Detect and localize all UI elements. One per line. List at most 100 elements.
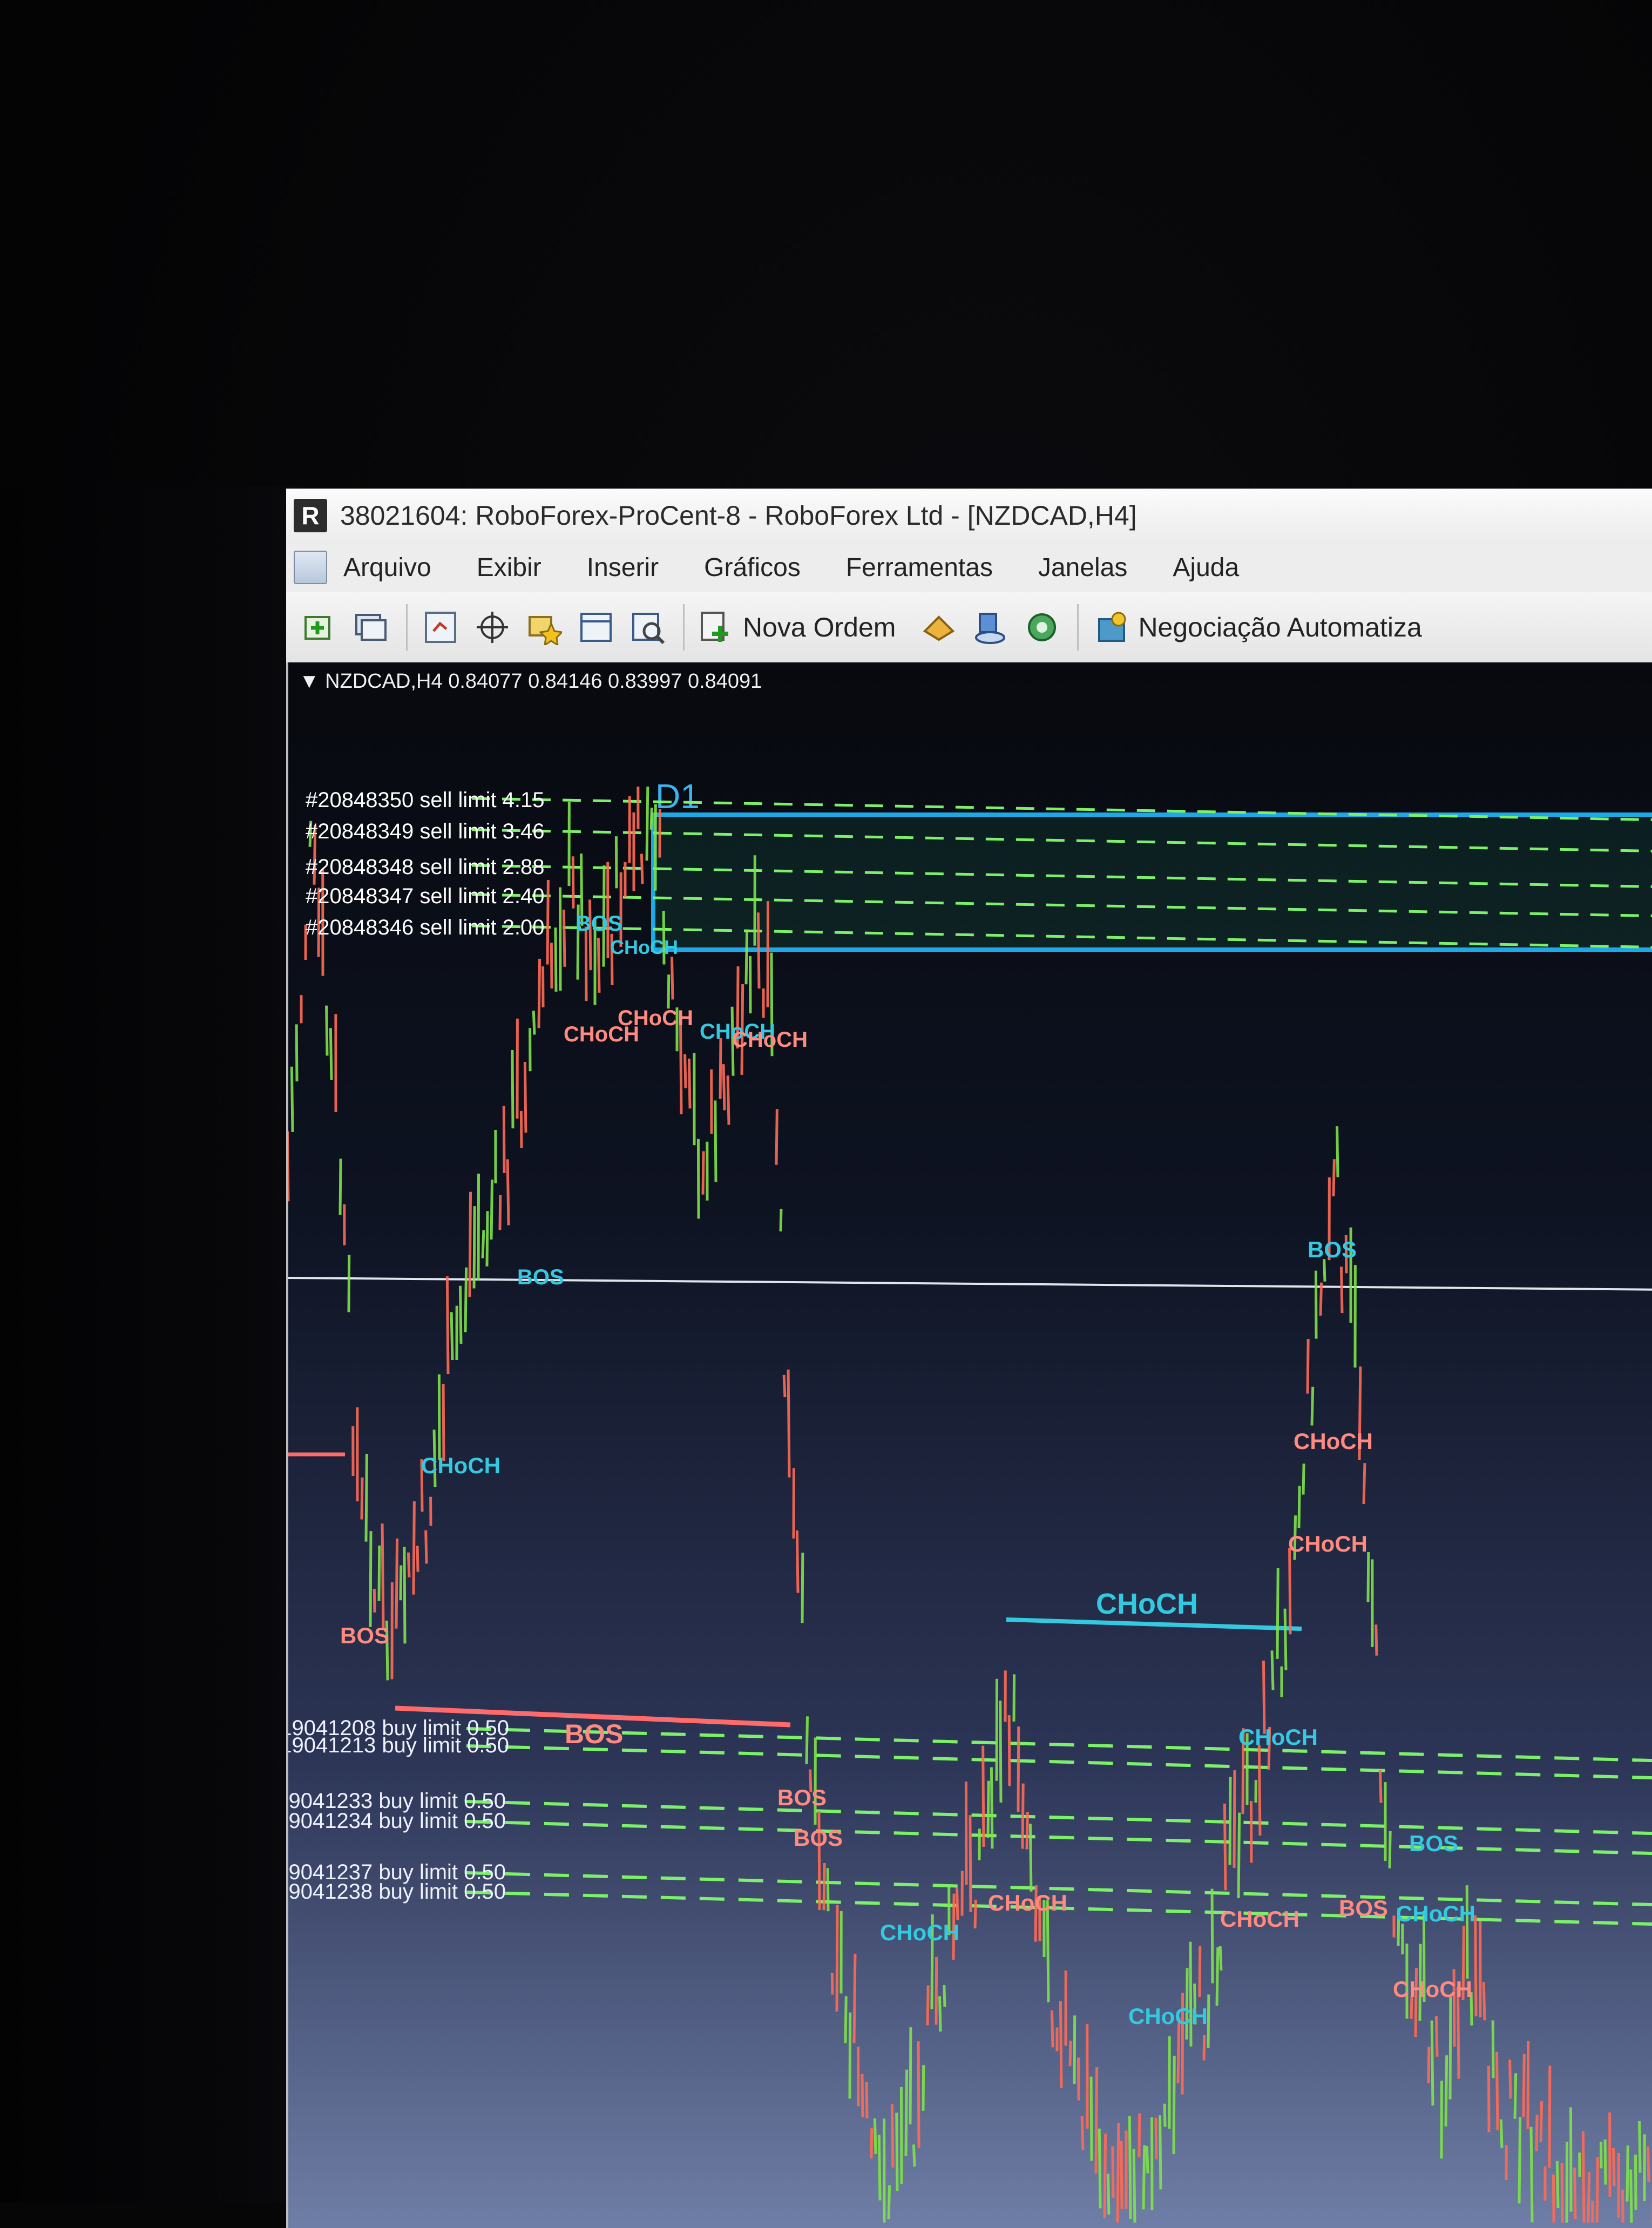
structure-label: BOS <box>777 1785 827 1810</box>
menu-exibir[interactable]: Exibir <box>477 553 541 583</box>
signals-icon[interactable] <box>971 608 1009 646</box>
candle <box>668 974 669 1008</box>
candle <box>1553 2175 1554 2223</box>
candle <box>1541 2101 1542 2142</box>
candle <box>1536 2115 1537 2151</box>
buy-order-labels: #19041208 buy limit 0.50 #19041213 buy l… <box>288 1716 509 1904</box>
auto-trading-icon[interactable] <box>1093 608 1130 646</box>
toolbar-separator <box>406 604 408 651</box>
candle <box>1380 1770 1381 1803</box>
menu-ferramentas[interactable]: Ferramentas <box>846 553 993 583</box>
chart-canvas[interactable]: D1 BOS CHoCH CHoCH CHoCH CHoCH CHoCH BOS… <box>288 662 1652 2228</box>
d1-zone-box[interactable] <box>653 815 1652 950</box>
metaeditor-icon[interactable] <box>919 608 957 646</box>
structure-label: CHoCH <box>618 1006 693 1030</box>
candle <box>918 2041 919 2148</box>
buy-order-label[interactable]: #19041234 buy limit 0.50 <box>288 1809 506 1833</box>
sell-order-label[interactable]: #20848350 sell limit 4.15 <box>306 788 545 812</box>
buy-order-label[interactable]: #19041238 buy limit 0.50 <box>288 1880 506 1904</box>
candle <box>845 1996 846 2043</box>
candle <box>784 1375 785 1397</box>
structure-label: CHoCH <box>880 1920 959 1945</box>
structure-label: CHoCH <box>421 1453 500 1478</box>
structure-label: BOS <box>1308 1237 1357 1262</box>
candle <box>1583 2131 1584 2223</box>
menu-janelas[interactable]: Janelas <box>1038 553 1127 583</box>
candle <box>913 2144 915 2166</box>
new-order-button[interactable]: Nova Ordem <box>743 612 896 643</box>
candle <box>465 1268 466 1332</box>
buy-limit-line[interactable] <box>466 1821 1652 1854</box>
new-chart-icon[interactable] <box>300 608 338 646</box>
sell-order-label[interactable]: #20848346 sell limit 2.00 <box>306 916 545 939</box>
candle <box>723 1064 725 1110</box>
structure-label: CHoCH <box>1294 1428 1373 1454</box>
sell-order-label[interactable]: #20848347 sell limit 2.40 <box>306 884 545 908</box>
buy-limit-line[interactable] <box>466 1802 1652 1834</box>
vps-icon[interactable] <box>1023 608 1061 646</box>
candles <box>288 787 1652 2223</box>
candle <box>1341 1267 1342 1313</box>
terminal-panel-icon[interactable] <box>577 608 615 646</box>
candle <box>1622 2190 1623 2223</box>
candle <box>1000 1701 1001 1803</box>
sell-order-label[interactable]: #20848348 sell limit 2.88 <box>306 855 545 879</box>
candle <box>1510 2060 1511 2098</box>
candle <box>975 1900 976 1928</box>
candle <box>797 1531 798 1593</box>
candle <box>746 929 747 984</box>
candle <box>788 1370 789 1478</box>
profiles-icon[interactable] <box>352 608 390 646</box>
market-watch-icon[interactable] <box>422 608 459 646</box>
candle <box>1432 2021 1433 2106</box>
menu-arquivo[interactable]: Arquivo <box>343 553 431 583</box>
candle <box>1303 1464 1304 1494</box>
candle <box>923 2065 924 2111</box>
candle <box>1018 1726 1019 1812</box>
structure-label: BOS <box>517 1265 564 1289</box>
new-order-icon[interactable] <box>698 608 735 646</box>
price-chart[interactable]: D1 BOS CHoCH CHoCH CHoCH CHoCH CHoCH BOS… <box>286 662 1652 2228</box>
structure-label: CHoCH <box>1096 1588 1198 1620</box>
horizontal-level-line[interactable] <box>288 1278 1652 1290</box>
candle <box>1134 2149 1135 2223</box>
candle <box>1364 1463 1365 1504</box>
app-logo-icon: R <box>294 499 327 532</box>
menu-graficos[interactable]: Gráficos <box>704 553 801 583</box>
terminal-window: R 38021604: RoboForex-ProCent-8 - RoboFo… <box>286 489 1652 2216</box>
candle <box>1224 1804 1226 1891</box>
candle <box>1574 2168 1575 2219</box>
strategy-tester-icon[interactable] <box>629 608 667 646</box>
chart-window-icon[interactable] <box>294 551 327 584</box>
buy-limit-line[interactable] <box>466 1729 1652 1761</box>
crosshair-icon[interactable] <box>473 608 511 646</box>
candle <box>1217 1947 1218 2006</box>
buy-order-label[interactable]: #19041213 buy limit 0.50 <box>288 1733 509 1757</box>
candle <box>1121 2141 1122 2209</box>
sell-order-label[interactable]: #20848349 sell limit 3.46 <box>306 820 545 843</box>
candle <box>862 2074 863 2117</box>
collapse-triangle-icon[interactable]: ▼ <box>299 670 325 693</box>
candle <box>1488 2066 1489 2132</box>
candle <box>1557 2161 1558 2208</box>
candle <box>1060 2001 1061 2088</box>
structure-label: CHoCH <box>1128 2003 1208 2029</box>
navigator-icon[interactable] <box>525 608 563 646</box>
buy-limit-line[interactable] <box>466 1746 1652 1778</box>
auto-trading-button[interactable]: Negociação Automatiza <box>1138 612 1421 643</box>
candle <box>370 1531 371 1627</box>
structure-label: BOS <box>565 1719 623 1749</box>
candle <box>1635 2155 1636 2210</box>
candle <box>533 1011 534 1034</box>
structure-label: CHoCH <box>1220 1906 1299 1932</box>
candle <box>366 1454 367 1542</box>
candle <box>379 1546 380 1601</box>
menu-ajuda[interactable]: Ajuda <box>1173 553 1239 583</box>
candle <box>1497 2052 1498 2131</box>
menu-inserir[interactable]: Inserir <box>587 553 659 583</box>
title-bar[interactable]: R 38021604: RoboForex-ProCent-8 - RoboFo… <box>286 489 1652 543</box>
candle <box>551 943 552 988</box>
candle <box>1446 2055 1447 2127</box>
structure-label: CHoCH <box>1396 1901 1475 1926</box>
candle <box>598 938 599 992</box>
